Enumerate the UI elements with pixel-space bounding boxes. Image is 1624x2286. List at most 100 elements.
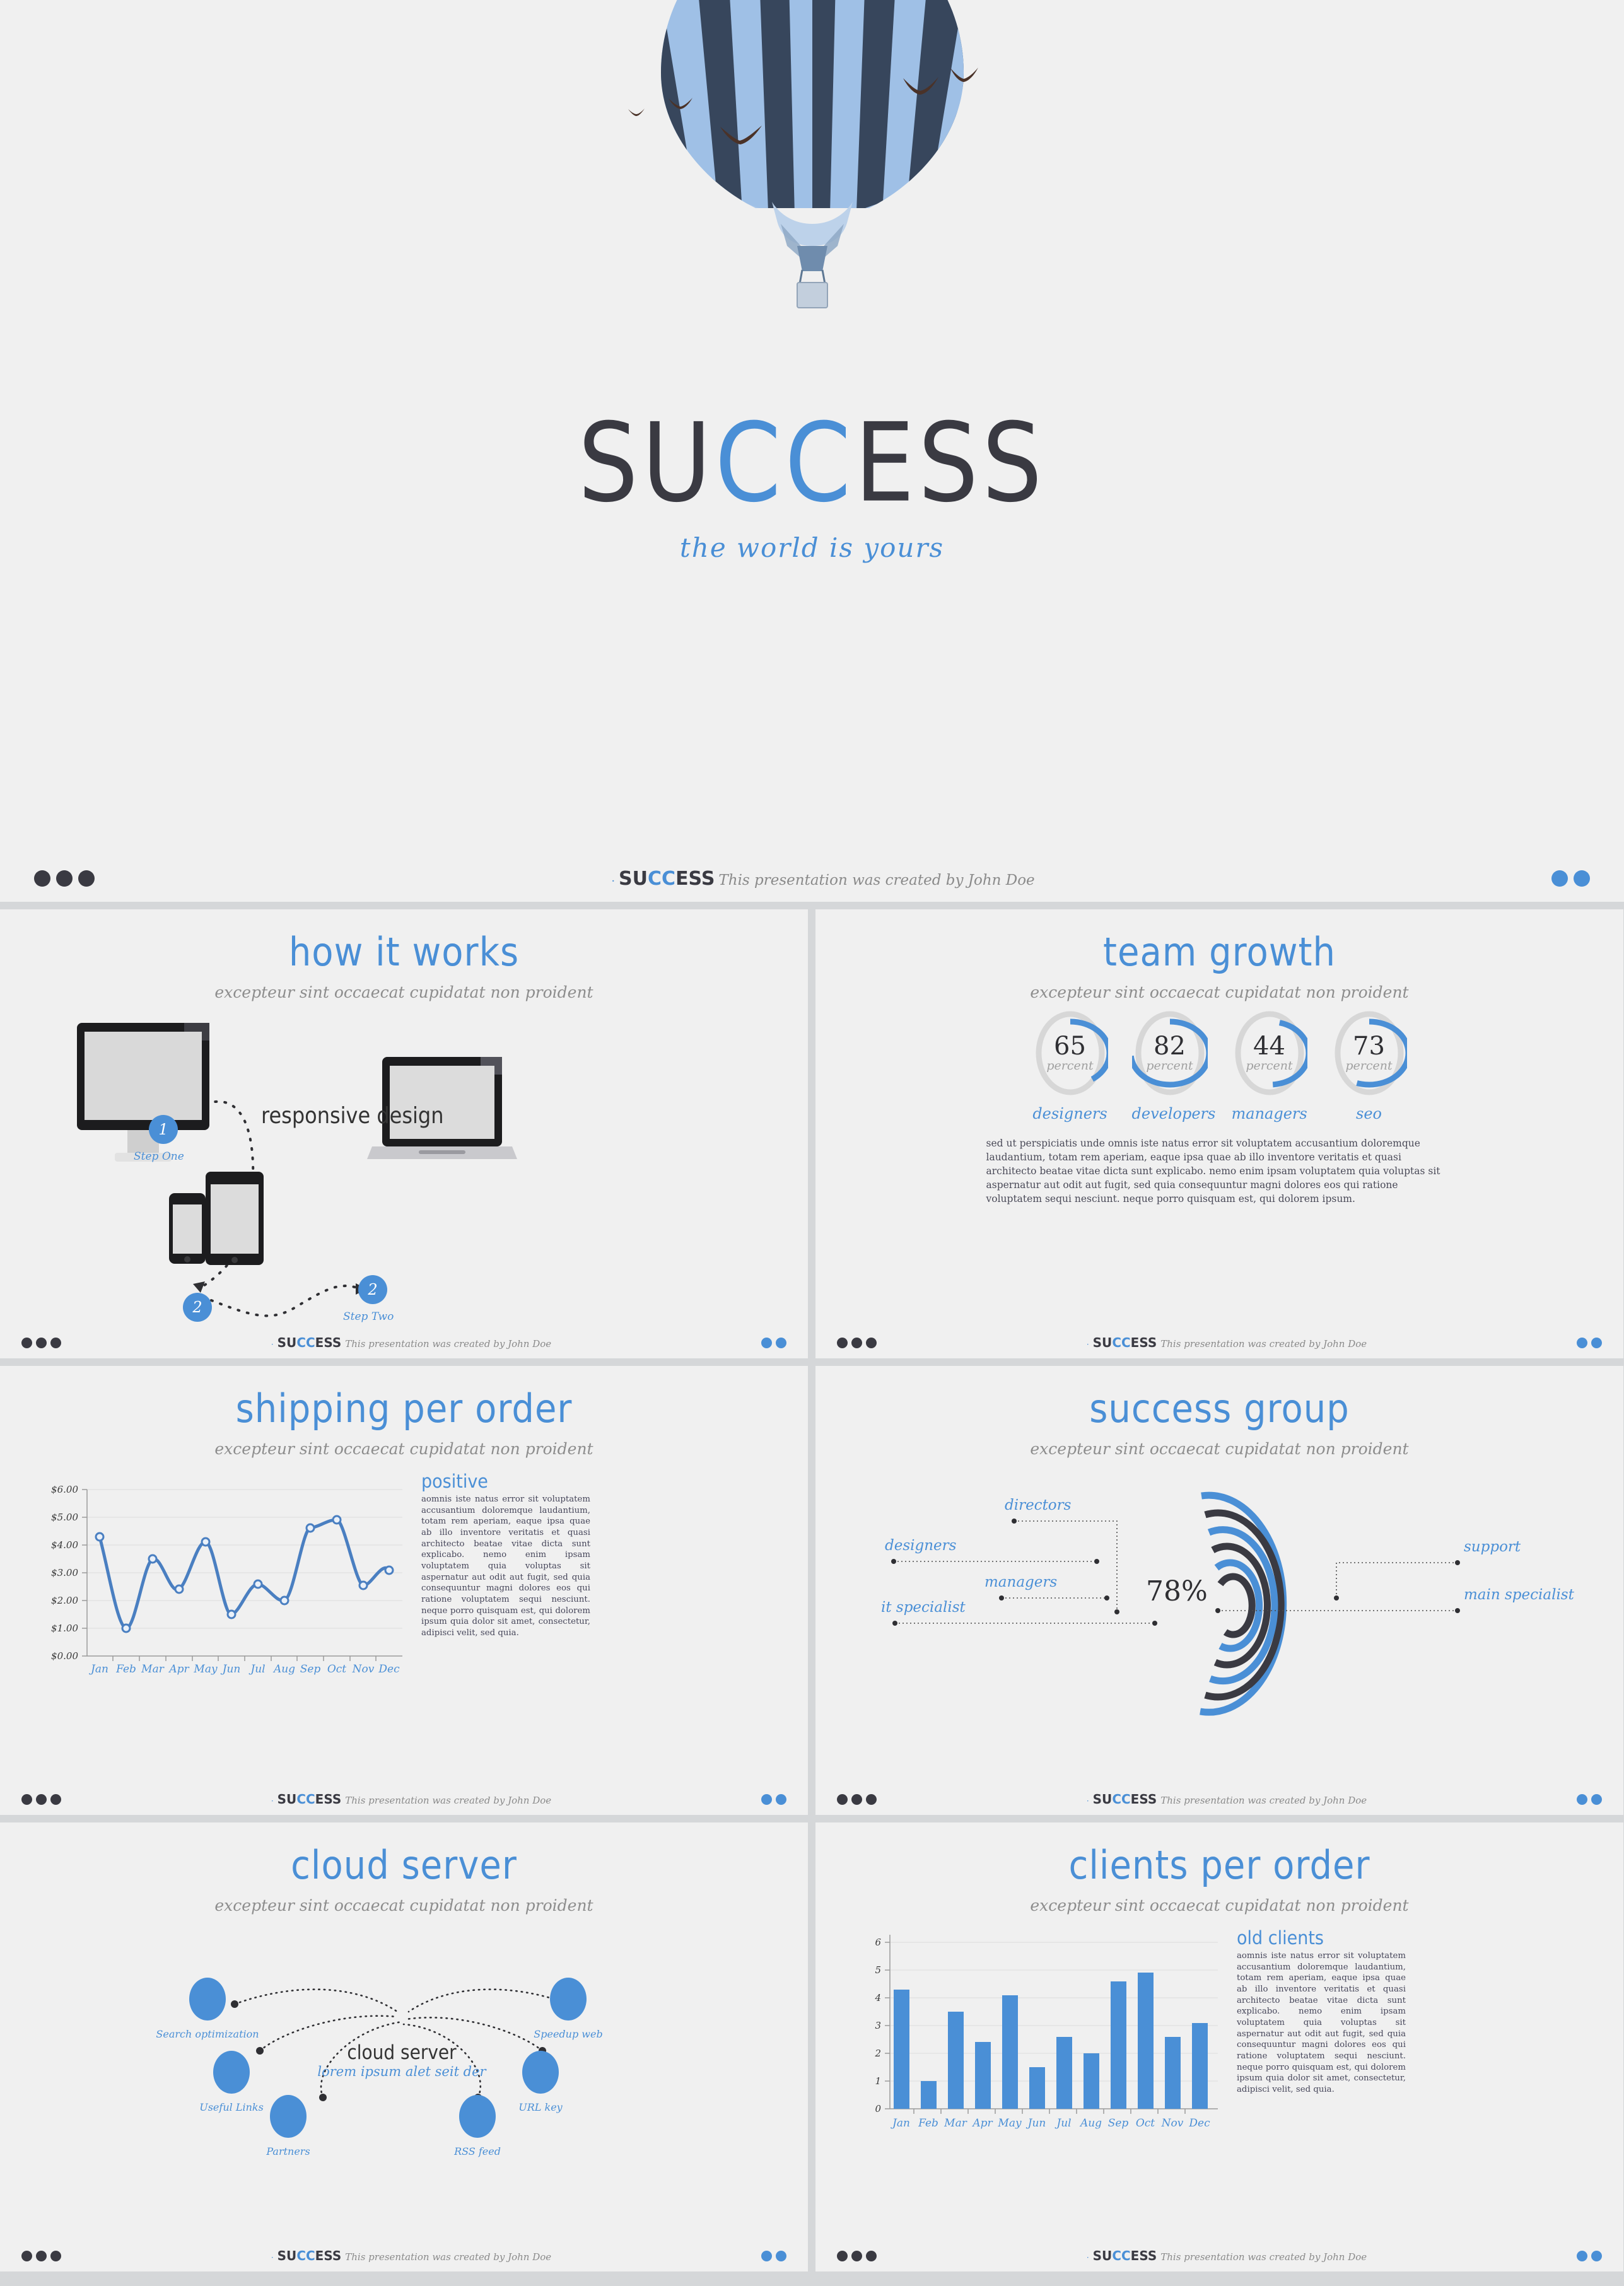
footer-logo-cc: CC — [296, 2248, 315, 2263]
footer-dot[interactable] — [36, 2250, 47, 2261]
footer-logo-p1: SU — [1092, 1792, 1113, 1807]
footer-dot[interactable] — [78, 870, 95, 887]
brand-logo-part3: ESS — [855, 400, 1046, 527]
footer-dots-left[interactable] — [34, 870, 95, 887]
cloud-label-speedup-web: Speedup web — [534, 2028, 603, 2040]
footer-dot-blue[interactable] — [776, 2250, 786, 2261]
step-marker-2[interactable]: 2 — [183, 1293, 212, 1322]
footer-dot[interactable] — [851, 1337, 862, 1348]
brand-logo: SUCCESS the world is yours — [578, 409, 1046, 563]
footer-logo: SUCCESS — [277, 1335, 342, 1350]
step-marker-1[interactable]: 1 — [149, 1115, 178, 1144]
footer-dot[interactable] — [56, 870, 73, 887]
footer-credit: · SUCCESS This presentation was created … — [95, 868, 1551, 890]
footer-dot[interactable] — [50, 1793, 61, 1805]
footer-dot-blue[interactable] — [1574, 870, 1590, 887]
footer-dot-blue[interactable] — [1577, 1337, 1587, 1348]
step-marker-3[interactable]: 2 — [358, 1275, 387, 1304]
brand-logo-text: SUCCESS — [578, 409, 1046, 518]
footer-dot[interactable] — [866, 1337, 877, 1348]
y-tick-label: 3 — [875, 2020, 881, 2031]
footer-logo: SUCCESS — [1093, 1792, 1157, 1807]
footer-dot-blue[interactable] — [1591, 2250, 1602, 2261]
page-subtitle: excepteur sint occaecat cupidatat non pr… — [214, 1440, 593, 1458]
y-tick-label: 1 — [875, 2075, 881, 2087]
side-text-block: old clients aomnis iste natus error sit … — [1237, 1927, 1406, 2143]
footer-logo-p3: ESS — [1130, 1335, 1157, 1350]
footer-dots-right[interactable] — [761, 2250, 786, 2261]
cloud-center-sub: lorem ipsum alet seit der — [317, 2064, 486, 2079]
footer-dot[interactable] — [21, 2250, 32, 2261]
footer-dot-blue[interactable] — [1551, 870, 1568, 887]
footer-logo-p1: SU — [277, 1792, 297, 1807]
footer-dot[interactable] — [21, 1337, 32, 1348]
side-heading: positive — [421, 1471, 488, 1493]
cloud-center-title: cloud server lorem ipsum alet seit der — [317, 2041, 486, 2079]
footer-dots-left[interactable] — [21, 2250, 61, 2261]
footer-logo-p1: SU — [619, 867, 648, 890]
page-subtitle: excepteur sint occaecat cupidatat non pr… — [214, 983, 593, 1001]
footer-dot[interactable] — [21, 1793, 32, 1805]
footer-dot[interactable] — [50, 2250, 61, 2261]
footer-dots-left[interactable] — [837, 1793, 877, 1805]
footer-dot[interactable] — [36, 1793, 47, 1805]
cloud-node-url-key[interactable] — [522, 2051, 559, 2094]
footer-dot-blue[interactable] — [1577, 1793, 1587, 1805]
footer-dot-blue[interactable] — [761, 2250, 772, 2261]
footer-dot[interactable] — [837, 2250, 848, 2261]
footer-dot[interactable] — [837, 1337, 848, 1348]
x-tick-label: Oct — [1136, 2117, 1155, 2130]
footer-bullet-icon: · — [1086, 1797, 1089, 1805]
side-paragraph: aomnis iste natus error sit voluptatem a… — [1237, 1951, 1406, 2095]
y-tick-label: $5.00 — [51, 1512, 78, 1523]
footer-dot[interactable] — [36, 1337, 47, 1348]
slide-row-3: cloud server excepteur sint occaecat cup… — [0, 1822, 1624, 2271]
cloud-node-search-optimization[interactable] — [189, 1978, 226, 2021]
footer-dot[interactable] — [34, 870, 50, 887]
page-title: clients per order — [1068, 1843, 1370, 1889]
footer-dot-blue[interactable] — [761, 1337, 772, 1348]
page-title: success group — [1089, 1386, 1350, 1432]
footer-dot[interactable] — [866, 2250, 877, 2261]
footer-logo-p1: SU — [277, 2248, 297, 2263]
page-subtitle: excepteur sint occaecat cupidatat non pr… — [1030, 1440, 1409, 1458]
cloud-node-partners[interactable] — [270, 2095, 307, 2138]
footer-dot[interactable] — [851, 1793, 862, 1805]
footer-dots-right[interactable] — [1577, 1793, 1602, 1805]
tablet-icon — [206, 1172, 264, 1265]
footer-dots-right[interactable] — [761, 1793, 786, 1805]
x-tick-label: Jan — [891, 2117, 910, 2130]
cloud-node-speedup-web[interactable] — [550, 1978, 587, 2021]
footer-dot-blue[interactable] — [776, 1337, 786, 1348]
footer-dots-right[interactable] — [1577, 2250, 1602, 2261]
footer-dot[interactable] — [837, 1793, 848, 1805]
footer-dots-left[interactable] — [837, 2250, 877, 2261]
footer-dot-blue[interactable] — [1577, 2250, 1587, 2261]
footer-dots-right[interactable] — [1577, 1337, 1602, 1348]
cloud-node-useful-links[interactable] — [213, 2051, 250, 2094]
x-tick-label: Feb — [115, 1663, 136, 1676]
team-growth-content: 65 percent designers 82 percent develope… — [815, 1004, 1623, 1326]
x-tick-label: Jul — [1054, 2117, 1071, 2130]
footer-dot[interactable] — [866, 1793, 877, 1805]
footer-dots-right[interactable] — [761, 1337, 786, 1348]
cloud-node-rss-feed[interactable] — [459, 2095, 496, 2138]
slide-cloud-server: cloud server excepteur sint occaecat cup… — [0, 1822, 808, 2271]
footer-dots-left[interactable] — [837, 1337, 877, 1348]
bar-chart: 6 5 4 3 2 1 0 Jan Feb Mar Apr May Jun Ju… — [874, 1935, 1218, 2130]
footer-dot-blue[interactable] — [776, 1793, 786, 1805]
footer-logo-cc: CC — [648, 867, 676, 890]
footer-dot-blue[interactable] — [1591, 1337, 1602, 1348]
footer-dot-blue[interactable] — [1591, 1793, 1602, 1805]
footer-dots-left[interactable] — [21, 1793, 61, 1805]
step-number: 2 — [192, 1298, 202, 1316]
slide-header: clients per order excepteur sint occaeca… — [815, 1822, 1623, 1915]
footer-dot-blue[interactable] — [761, 1793, 772, 1805]
slide-header: team growth excepteur sint occaecat cupi… — [815, 909, 1623, 1001]
footer-dots-right[interactable] — [1551, 870, 1590, 887]
gauge-unit: percent — [1046, 1059, 1094, 1073]
footer-dot[interactable] — [50, 1337, 61, 1348]
footer-dot[interactable] — [851, 2250, 862, 2261]
footer-dots-left[interactable] — [21, 1337, 61, 1348]
y-tick-label: $2.00 — [51, 1595, 78, 1606]
